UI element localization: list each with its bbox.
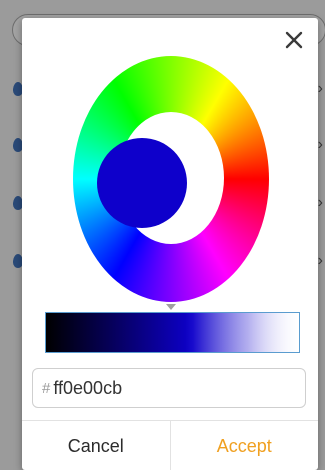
- hex-prefix-label: #: [42, 379, 51, 397]
- accept-button[interactable]: Accept: [171, 421, 319, 470]
- cancel-button[interactable]: Cancel: [22, 421, 171, 470]
- hex-value-text[interactable]: ff0e00cb: [53, 378, 122, 399]
- close-icon: [285, 31, 303, 49]
- selected-color-preview: [97, 138, 187, 228]
- brightness-slider[interactable]: [45, 312, 300, 353]
- color-picker-dialog: # ff0e00cb Cancel Accept: [22, 18, 318, 470]
- slider-marker-icon: [166, 304, 176, 310]
- hex-color-input[interactable]: # ff0e00cb: [32, 368, 306, 408]
- chevron-right-icon: ›: [317, 194, 323, 211]
- chevron-right-icon: ›: [317, 252, 323, 269]
- chevron-right-icon: ›: [317, 80, 323, 97]
- close-button[interactable]: [282, 28, 306, 52]
- dialog-footer: Cancel Accept: [22, 420, 318, 470]
- chevron-right-icon: ›: [317, 136, 323, 153]
